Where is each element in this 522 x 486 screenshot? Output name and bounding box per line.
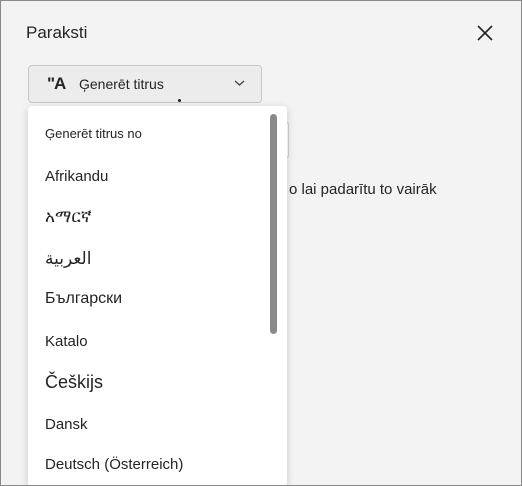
cursor-dot	[178, 99, 181, 102]
language-option[interactable]: العربية	[45, 249, 91, 269]
language-option[interactable]: Deutsch (Österreich)	[45, 456, 183, 473]
generate-captions-label: Ģenerēt titrus	[79, 76, 164, 92]
language-option[interactable]: Češkijs	[45, 372, 103, 393]
language-option[interactable]: Katalo	[45, 333, 88, 350]
close-button[interactable]	[471, 19, 499, 47]
captions-panel: Paraksti "A Ģenerēt titrus o lai padarīt…	[0, 0, 522, 486]
chevron-down-icon	[234, 80, 245, 86]
language-option[interactable]: Български	[45, 290, 122, 308]
captions-icon: "A	[47, 74, 66, 93]
dropdown-scrollbar[interactable]	[270, 114, 277, 334]
language-option[interactable]: አማርኛ	[45, 207, 92, 227]
dropdown-header: Ģenerēt titrus no	[45, 126, 142, 141]
panel-title: Paraksti	[26, 23, 88, 42]
close-icon	[477, 25, 493, 41]
generate-captions-button[interactable]: "A Ģenerēt titrus	[28, 65, 262, 103]
language-dropdown[interactable]: Ģenerēt titrus no Afrikandu አማርኛ العربية…	[28, 106, 287, 485]
language-option[interactable]: Afrikandu	[45, 168, 108, 185]
language-option[interactable]: Dansk	[45, 416, 88, 433]
background-hint-text: o lai padarītu to vairāk	[289, 181, 437, 198]
